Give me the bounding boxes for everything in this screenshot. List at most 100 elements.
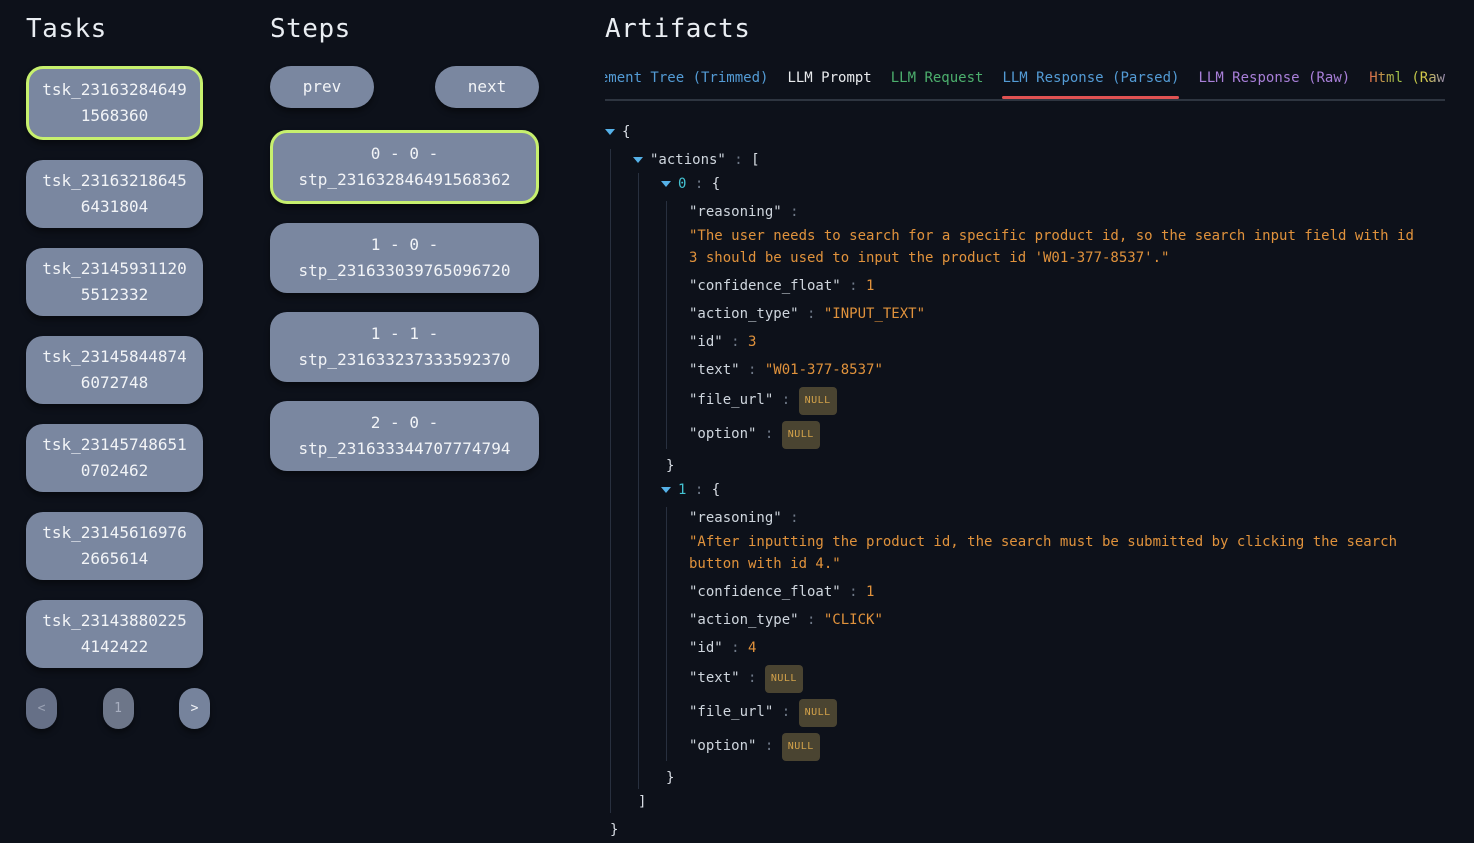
json-number-value: 1 [866,278,874,294]
json-entry: "option" : NULL [689,421,1445,449]
tab-html-raw[interactable]: Html (Raw) [1369,70,1445,99]
json-token: : [723,334,748,350]
json-line: } [666,455,1445,477]
json-node: {"actions" : [0 : {"reasoning" :"The use… [605,121,1445,841]
json-token: : [799,306,824,322]
json-line: "text" : NULL [689,665,1445,693]
json-number-value: 3 [748,334,756,350]
collapse-toggle-icon[interactable] [605,129,615,135]
json-line: } [610,819,1445,841]
steps-title: Steps [270,14,539,44]
json-string-value: "The user needs to search for a specific… [689,225,1425,269]
json-entry: "file_url" : NULL [689,387,1445,415]
json-token: { [622,124,630,140]
artifacts-panel: Artifacts Element Tree (Trimmed)LLM Prom… [605,12,1445,843]
json-token: : [841,584,866,600]
json-key: "file_url" [689,392,773,408]
step-button[interactable]: 1 - 1 - stp_231633237333592370 [270,312,539,382]
json-token: : [686,482,711,498]
pagination-next-button[interactable]: > [179,688,210,729]
null-badge: NULL [782,421,820,449]
json-node: "actions" : [0 : { "reasoning" : "The user… [633,149,1445,813]
null-badge: NULL [782,733,820,761]
tab-element-tree-trimmed[interactable]: Element Tree (Trimmed) [605,70,768,99]
json-line: 1 : { [661,479,1445,501]
json-line: "confidence_float" : 1 [689,581,1445,603]
json-line: "file_url" : NULL [689,699,1445,727]
step-button[interactable]: 0 - 0 - stp_231632846491568362 [270,130,539,204]
json-key: "confidence_float" [689,584,841,600]
json-line: "option" : NULL [689,421,1445,449]
next-step-button[interactable]: next [435,66,539,108]
step-button[interactable]: 1 - 0 - stp_231633039765096720 [270,223,539,293]
json-entry: "action_type" : "INPUT_TEXT" [689,303,1445,325]
json-token: } [666,458,674,474]
step-list: 0 - 0 - stp_231632846491568362 1 - 0 - st… [270,130,539,471]
json-node: 0 : { "reasoning" : "The user needs to sea… [661,173,1445,477]
json-entry: "action_type" : "CLICK" [689,609,1445,631]
json-token: : [773,704,798,720]
json-key: "action_type" [689,306,799,322]
json-token: : [782,510,799,526]
pagination-page-button[interactable]: 1 [103,688,134,729]
json-tree: {"actions" : [0 : {"reasoning" :"The use… [605,121,1445,841]
json-line: { [605,121,1445,143]
step-button[interactable]: 2 - 0 - stp_231633344707774794 [270,401,539,471]
pagination-prev-button[interactable]: < [26,688,57,729]
json-key: "actions" [650,152,726,168]
json-line: "file_url" : NULL [689,387,1445,415]
prev-step-button[interactable]: prev [270,66,374,108]
json-line: "option" : NULL [689,733,1445,761]
json-token: : [723,640,748,656]
json-number-value: 4 [748,640,756,656]
tasks-pagination: < 1 > [26,688,210,729]
json-children: "actions" : [0 : { "reasoning" : "The user… [610,149,1445,813]
task-button[interactable]: tsk_231438802254142422 [26,600,203,668]
json-entry: "confidence_float" : 1 [689,275,1445,297]
json-token: ] [638,794,646,810]
json-entry: "reasoning" :"After inputting the produc… [689,507,1445,575]
task-button[interactable]: tsk_231459311205512332 [26,248,203,316]
json-token: : [782,204,799,220]
json-line: "action_type" : "CLICK" [689,609,1445,631]
json-token: : [799,612,824,628]
json-key: "id" [689,640,723,656]
task-button[interactable]: tsk_231456169762665614 [26,512,203,580]
task-button[interactable]: tsk_231632846491568360 [26,66,203,140]
json-token: : [773,392,798,408]
task-button[interactable]: tsk_231457486510702462 [26,424,203,492]
tab-llm-request[interactable]: LLM Request [891,70,984,99]
json-number-value: 1 [866,584,874,600]
json-line: 0 : { [661,173,1445,195]
tab-llm-response-parsed[interactable]: LLM Response (Parsed) [1002,70,1179,99]
json-key: "reasoning" [689,510,782,526]
json-entry: "confidence_float" : 1 [689,581,1445,603]
json-token: : [841,278,866,294]
json-key: "text" [689,670,740,686]
task-button[interactable]: tsk_231458448746072748 [26,336,203,404]
json-line: "confidence_float" : 1 [689,275,1445,297]
json-key: "action_type" [689,612,799,628]
json-entry: "id" : 3 [689,331,1445,353]
json-node: 1 : { "reasoning" :"After inputting the p… [661,479,1445,789]
json-entry: "actions" : [0 : { "reasoning" : "The user… [633,149,1445,813]
null-badge: NULL [799,387,837,415]
collapse-toggle-icon[interactable] [661,181,671,187]
json-entry: "reasoning" : "The user needs to search f… [689,201,1445,269]
collapse-toggle-icon[interactable] [633,157,643,163]
json-token: } [666,770,674,786]
tab-llm-response-raw[interactable]: LLM Response (Raw) [1198,70,1350,99]
json-key: "id" [689,334,723,350]
json-children: 0 : { "reasoning" : "The user needs to sea… [638,173,1445,789]
json-key: "option" [689,426,756,442]
tab-llm-prompt[interactable]: LLM Prompt [787,70,871,99]
json-children: "reasoning" :"After inputting the produc… [666,507,1445,761]
json-line: "actions" : [ [633,149,1445,171]
json-token: : [726,152,751,168]
collapse-toggle-icon[interactable] [661,487,671,493]
json-token: [ [751,152,759,168]
json-token: : [740,362,765,378]
json-key: "reasoning" [689,204,782,220]
task-button[interactable]: tsk_231632186456431804 [26,160,203,228]
json-line: "text" : "W01-377-8537" [689,359,1445,381]
